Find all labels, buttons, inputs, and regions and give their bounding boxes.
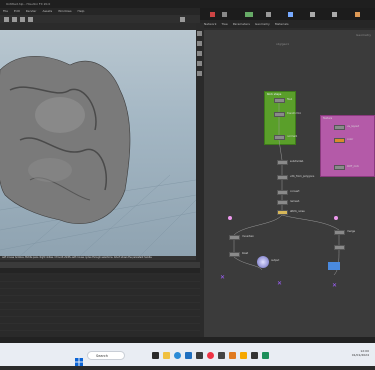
- layout-icon[interactable]: [266, 12, 271, 17]
- handle-tool-icon[interactable]: [197, 71, 202, 76]
- link-icon[interactable]: [332, 12, 337, 17]
- network-tabs: Network Tree Parameters Geometry Materia…: [200, 20, 375, 28]
- tab-materials[interactable]: Materials: [275, 22, 289, 26]
- viewport-side-toolbar: [196, 23, 204, 268]
- app-icon[interactable]: [207, 352, 214, 359]
- taskbar-search[interactable]: Search: [87, 351, 125, 360]
- terminal-icon[interactable]: [196, 352, 203, 359]
- node-label: attrib_noise: [290, 210, 305, 213]
- node-merge[interactable]: [334, 230, 345, 235]
- node-label: vdb_from_polygons: [290, 175, 315, 178]
- node-output[interactable]: [257, 256, 269, 268]
- node-label: convert: [290, 190, 300, 193]
- grid-icon[interactable]: [28, 17, 33, 22]
- viewport-status-text: Left mouse tumbles. Middle pans. Right d…: [2, 256, 153, 259]
- x-marker-icon: ✕: [332, 282, 338, 289]
- tab-geometry[interactable]: Geometry: [255, 22, 270, 26]
- menu-windows[interactable]: Windows: [58, 9, 71, 13]
- record-icon[interactable]: [210, 12, 215, 17]
- clock-date: 01/01/2024: [351, 353, 369, 357]
- scale-tool-icon[interactable]: [197, 61, 202, 66]
- node-label: mountain: [242, 235, 254, 238]
- search-placeholder: Search: [96, 354, 109, 358]
- toolbar-top-right: [200, 8, 375, 20]
- select-tool-icon[interactable]: [197, 31, 202, 36]
- pin-icon[interactable]: [310, 12, 315, 17]
- app-icon-3[interactable]: [251, 352, 258, 359]
- menu-assets[interactable]: Assets: [42, 9, 52, 13]
- node-blast[interactable]: [229, 252, 240, 257]
- view-options-icon[interactable]: [180, 17, 185, 22]
- lock-icon[interactable]: [355, 12, 360, 17]
- menu-edit[interactable]: Edit: [14, 9, 20, 13]
- viewport-scene: [0, 55, 196, 256]
- display-icon[interactable]: [12, 17, 17, 22]
- timeline-ruler[interactable]: [0, 268, 200, 273]
- move-tool-icon[interactable]: [197, 41, 202, 46]
- tab-parameters[interactable]: Parameters: [233, 22, 250, 26]
- windows-taskbar: Search 12:00 01/01/2024: [0, 343, 375, 366]
- rock-highlight: [35, 97, 85, 133]
- window-title: Untitled.hip - Houdini FX 20.0: [6, 2, 51, 6]
- node-wires: [233, 103, 340, 276]
- edge-icon[interactable]: [174, 352, 181, 359]
- shading-icon[interactable]: [20, 17, 25, 22]
- tab-network[interactable]: Network: [204, 22, 217, 26]
- app-icon-2[interactable]: [218, 352, 225, 359]
- menu-file[interactable]: File: [3, 9, 8, 13]
- node-subdivide1[interactable]: [277, 160, 288, 165]
- network-editor[interactable]: obj/geo1 Geometry Rock shape file1 trans…: [204, 30, 375, 337]
- 3d-viewport[interactable]: [0, 30, 196, 256]
- node-attrib_noise[interactable]: [277, 210, 288, 215]
- node-label: subdivide1: [290, 160, 304, 163]
- menubar: File Edit Render Assets Windows Help: [0, 8, 200, 15]
- viewport-toolbar: [0, 15, 200, 23]
- node-label: merge: [347, 230, 356, 233]
- node-remesh[interactable]: [277, 200, 288, 205]
- window-titlebar: Untitled.hip - Houdini FX 20.0: [0, 0, 375, 8]
- store-icon[interactable]: [185, 352, 192, 359]
- x-marker-icon: ✕: [220, 274, 226, 281]
- camera-icon[interactable]: [4, 17, 9, 22]
- app-icon-4[interactable]: [262, 352, 269, 359]
- lower-panel[interactable]: [0, 275, 200, 337]
- menu-render[interactable]: Render: [26, 9, 37, 13]
- task-view-icon[interactable]: [152, 352, 159, 359]
- houdini-icon[interactable]: [229, 352, 236, 359]
- x-marker-icon: ✕: [277, 280, 283, 287]
- node-label: remesh: [290, 200, 300, 203]
- menu-help[interactable]: Help: [78, 9, 85, 13]
- rotate-tool-icon[interactable]: [197, 51, 202, 56]
- help-icon[interactable]: [288, 12, 293, 17]
- node-vdb_from_polygons[interactable]: [277, 175, 288, 180]
- settings-icon[interactable]: [222, 12, 227, 17]
- dot-marker-icon: [228, 216, 232, 220]
- desktop-icon[interactable]: [245, 12, 253, 17]
- viewport-status-bar: Left mouse tumbles. Middle pans. Right d…: [0, 256, 196, 260]
- start-icon[interactable]: [75, 351, 83, 366]
- node-mountain[interactable]: [229, 235, 240, 240]
- rock-highlight-2: [28, 158, 72, 182]
- taskbar-clock[interactable]: 12:00 01/01/2024: [352, 349, 369, 357]
- tab-tree[interactable]: Tree: [222, 22, 228, 26]
- file-explorer-icon[interactable]: [163, 352, 170, 359]
- node-merge-2[interactable]: [334, 245, 345, 250]
- node-convert[interactable]: [277, 190, 288, 195]
- folder-icon[interactable]: [240, 352, 247, 359]
- dot-marker-icon: [334, 216, 338, 220]
- node-render-preview[interactable]: [328, 262, 340, 270]
- node-label: output: [271, 259, 280, 262]
- rock-mesh: [0, 55, 131, 224]
- node-label: blast: [242, 252, 249, 255]
